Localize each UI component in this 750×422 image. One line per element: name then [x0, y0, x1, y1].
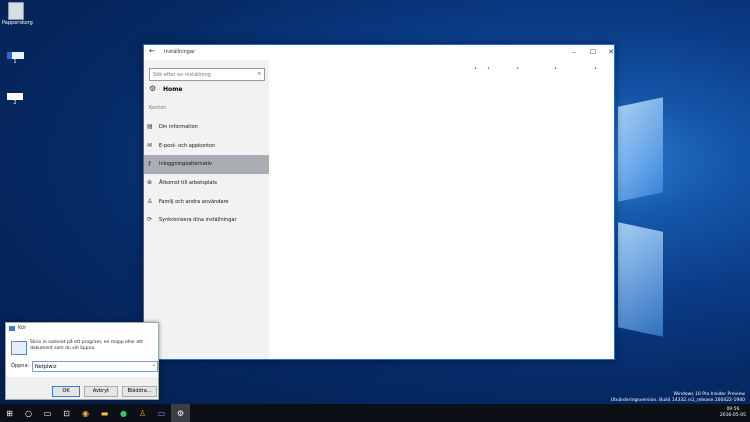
sidebar-item-din-information[interactable]: ▤ Din information	[144, 118, 269, 137]
logo-pane-bottom	[618, 222, 663, 337]
run-description: Skriv in namnet på ett program, en mapp …	[30, 340, 143, 351]
logo-pane-top	[618, 97, 663, 202]
person-card-icon: ▤	[147, 123, 153, 130]
run-program-icon	[11, 341, 27, 355]
gear-icon: ⚙	[149, 84, 157, 93]
recycle-bin-icon	[8, 2, 24, 20]
watermark-build: Utvärderingsversion. Build 14332.rs1_rel…	[610, 398, 745, 403]
taskbar-file-explorer[interactable]: ▬	[95, 404, 114, 422]
sidebar-item-family-users[interactable]: ♙ Familj och andra användare	[144, 193, 269, 212]
desktop-icon-label: Papperskorg	[2, 20, 33, 26]
run-button-bar: OK Avbryt Bläddra...	[6, 377, 158, 399]
sidebar-item-sync-settings[interactable]: ⟳ Synkronisera dina inställningar	[144, 211, 269, 230]
sidebar-item-label: Synkronisera dina inställningar	[159, 217, 237, 223]
loading-dot: •	[487, 66, 490, 72]
search-box[interactable]: ⌕	[149, 68, 265, 81]
minimize-button[interactable]: –	[565, 47, 583, 58]
loading-dot: •	[474, 66, 477, 72]
run-icon: ▭	[157, 408, 166, 418]
store-icon: ⊡	[63, 408, 70, 418]
taskbar-chrome[interactable]: ◉	[76, 404, 95, 422]
sidebar-item-label: Familj och andra användare	[159, 199, 229, 205]
people-icon: ♙	[147, 198, 153, 205]
sync-icon: ⟳	[147, 216, 153, 223]
open-label: Öppna:	[11, 363, 30, 369]
sidebar-item-label: E-post- och appkonton	[159, 143, 216, 149]
taskbar-task-view[interactable]: ▭	[38, 404, 57, 422]
home-link[interactable]: ⚙ Home	[149, 84, 264, 96]
settings-window: ← Inställningar – ☐ ✕ ⌕ ⚙ Home Konton ▤ …	[143, 44, 615, 360]
taskbar-settings[interactable]: ⚙	[171, 404, 190, 422]
chrome-icon: ◉	[82, 408, 89, 418]
window-icon	[7, 52, 24, 59]
sidebar-item-label: Åtkomst till arbetsplats	[159, 180, 218, 186]
search-icon[interactable]: ⌕	[258, 70, 261, 78]
briefcase-icon: ⊕	[147, 179, 153, 186]
key-icon: ⚷	[147, 160, 152, 167]
mail-icon: ✉	[147, 142, 153, 149]
desktop-icon-label: 2	[13, 100, 17, 106]
chevron-down-icon[interactable]: ⌄	[152, 362, 156, 368]
taskbar: ⊞ ○ ▭ ⊡ ◉ ▬ ● ♙ ▭ ⚙ 09:56 2016-05-05	[0, 404, 750, 422]
watermark-edition: Windows 10 Pro Insider Preview	[673, 392, 745, 397]
start-button[interactable]: ⊞	[0, 404, 19, 422]
system-clock[interactable]: 09:56 2016-05-05	[720, 407, 746, 419]
folder-icon: ▬	[100, 408, 109, 418]
sidebar-item-work-access[interactable]: ⊕ Åtkomst till arbetsplats	[144, 174, 269, 193]
loading-dot: •	[554, 66, 557, 72]
recycle-bin-shortcut[interactable]: Papperskorg	[2, 2, 33, 26]
search-icon: ○	[25, 408, 32, 418]
run-title-icon	[9, 326, 15, 331]
spotify-icon: ●	[120, 408, 127, 418]
close-button[interactable]: ✕	[602, 47, 620, 58]
browse-button[interactable]: Bläddra...	[122, 386, 157, 397]
open-combobox[interactable]: ⌄	[32, 361, 158, 372]
sidebar-item-label: Din information	[159, 124, 198, 130]
window-icon	[7, 93, 23, 100]
taskbar-people[interactable]: ♙	[133, 404, 152, 422]
home-label: Home	[163, 86, 183, 93]
task-view-icon: ▭	[43, 408, 52, 418]
search-input[interactable]	[153, 69, 253, 80]
window-title: Inställningar	[164, 49, 196, 55]
taskbar-spotify[interactable]: ●	[114, 404, 133, 422]
gear-icon: ⚙	[176, 408, 185, 418]
taskbar-store[interactable]: ⊡	[57, 404, 76, 422]
people-icon: ♙	[138, 408, 147, 418]
sidebar-item-email-accounts[interactable]: ✉ E-post- och appkonton	[144, 137, 269, 156]
run-dialog-title: Kör	[18, 325, 27, 331]
desktop-icon-label: 1	[13, 59, 17, 65]
run-dialog: Kör Skriv in namnet på ett program, en m…	[5, 322, 159, 400]
cancel-button[interactable]: Avbryt	[84, 386, 118, 397]
sidebar-item-sign-in-options[interactable]: ⚷ Inloggningsalternativ	[144, 155, 269, 174]
loading-dot: •	[516, 66, 519, 72]
settings-content-pane: • • • • •	[269, 60, 614, 359]
settings-sidebar: ⌕ ⚙ Home Konton ▤ Din information ✉ E-po…	[144, 60, 269, 359]
sidebar-item-label: Inloggningsalternativ	[159, 161, 212, 167]
taskbar-search[interactable]: ○	[19, 404, 38, 422]
open-input[interactable]	[35, 362, 145, 371]
desktop-shortcut-1[interactable]: 1	[7, 52, 24, 65]
desktop-shortcut-2[interactable]: 2	[6, 93, 24, 106]
clock-date: 2016-05-05	[719, 413, 746, 418]
maximize-button[interactable]: ☐	[584, 47, 602, 58]
back-arrow-icon[interactable]: ←	[149, 47, 155, 55]
ok-button[interactable]: OK	[52, 386, 80, 397]
taskbar-run[interactable]: ▭	[152, 404, 171, 422]
title-bar[interactable]: ← Inställningar – ☐ ✕	[144, 45, 614, 60]
loading-dot: •	[594, 66, 597, 72]
windows-start-icon: ⊞	[6, 408, 13, 418]
section-title: Konton	[149, 105, 167, 111]
